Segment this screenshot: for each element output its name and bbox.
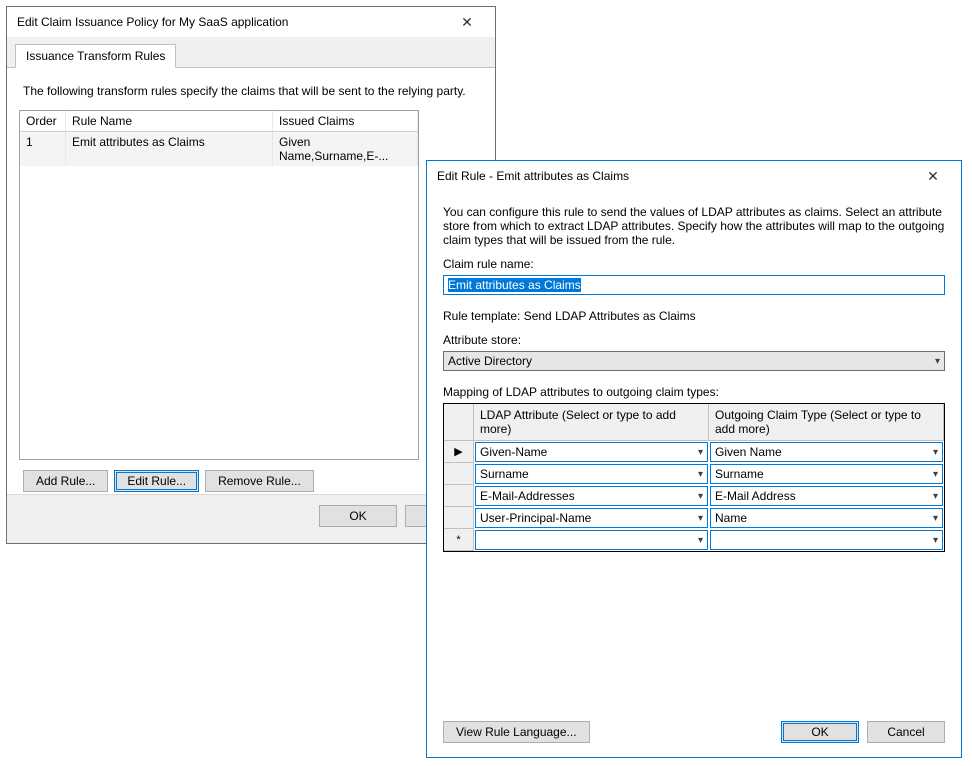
row-issued: Given Name,Surname,E-... bbox=[273, 132, 418, 166]
rule-action-buttons: Add Rule... Edit Rule... Remove Rule... bbox=[19, 460, 483, 492]
claim-value: Surname bbox=[715, 467, 764, 481]
row-name: Emit attributes as Claims bbox=[66, 132, 273, 166]
row-indicator bbox=[444, 463, 474, 485]
ok-button[interactable]: OK bbox=[319, 505, 397, 527]
ldap-attribute-cell[interactable]: User-Principal-Name ▾ bbox=[475, 508, 708, 528]
table-row: E-Mail-Addresses ▾ E-Mail Address ▾ bbox=[444, 485, 944, 507]
remove-rule-button[interactable]: Remove Rule... bbox=[205, 470, 314, 492]
claim-type-cell[interactable]: ▾ bbox=[710, 530, 943, 550]
close-icon[interactable]: ✕ bbox=[913, 168, 953, 185]
ldap-value: User-Principal-Name bbox=[480, 511, 591, 525]
ldap-attribute-cell[interactable]: Surname ▾ bbox=[475, 464, 708, 484]
claim-type-cell[interactable]: Surname ▾ bbox=[710, 464, 943, 484]
col-issued-claims[interactable]: Issued Claims bbox=[273, 111, 418, 131]
corner-cell bbox=[444, 404, 474, 441]
chevron-down-icon: ▾ bbox=[698, 447, 703, 458]
ldap-attribute-cell[interactable]: ▾ bbox=[475, 530, 708, 550]
selected-text: Emit attributes as Claims bbox=[448, 278, 581, 292]
attribute-store-value: Active Directory bbox=[448, 354, 532, 368]
titlebar: Edit Claim Issuance Policy for My SaaS a… bbox=[7, 7, 495, 37]
dialog-buttons: OK Cancel bbox=[7, 494, 495, 539]
ldap-attribute-cell[interactable]: Given-Name ▾ bbox=[475, 442, 708, 462]
chevron-down-icon: ▾ bbox=[933, 447, 938, 458]
claim-value: Given Name bbox=[715, 445, 782, 459]
chevron-down-icon: ▾ bbox=[933, 535, 938, 546]
edit-rule-button[interactable]: Edit Rule... bbox=[114, 470, 199, 492]
chevron-down-icon: ▾ bbox=[698, 491, 703, 502]
attribute-store-label: Attribute store: bbox=[443, 333, 945, 347]
row-indicator bbox=[444, 485, 474, 507]
rules-table: Order Rule Name Issued Claims 1 Emit att… bbox=[19, 110, 419, 460]
table-row[interactable]: 1 Emit attributes as Claims Given Name,S… bbox=[20, 132, 418, 166]
edit-rule-body: You can configure this rule to send the … bbox=[427, 191, 961, 711]
cancel-button[interactable]: Cancel bbox=[867, 721, 945, 743]
tab-body: The following transform rules specify th… bbox=[7, 68, 495, 494]
titlebar: Edit Rule - Emit attributes as Claims ✕ bbox=[427, 161, 961, 191]
table-row: User-Principal-Name ▾ Name ▾ bbox=[444, 507, 944, 529]
dialog-title: Edit Rule - Emit attributes as Claims bbox=[437, 169, 629, 183]
issuance-policy-dialog: Edit Claim Issuance Policy for My SaaS a… bbox=[6, 6, 496, 544]
rules-description: The following transform rules specify th… bbox=[23, 84, 479, 98]
claim-type-cell[interactable]: E-Mail Address ▾ bbox=[710, 486, 943, 506]
chevron-down-icon: ▾ bbox=[933, 513, 938, 524]
edit-rule-dialog: Edit Rule - Emit attributes as Claims ✕ … bbox=[426, 160, 962, 758]
attribute-store-select[interactable]: Active Directory ▾ bbox=[443, 351, 945, 371]
row-indicator bbox=[444, 507, 474, 529]
chevron-down-icon: ▾ bbox=[698, 535, 703, 546]
col-outgoing-claim[interactable]: Outgoing Claim Type (Select or type to a… bbox=[709, 404, 944, 441]
chevron-down-icon: ▾ bbox=[698, 513, 703, 524]
claim-rule-name-label: Claim rule name: bbox=[443, 257, 945, 271]
rules-header: Order Rule Name Issued Claims bbox=[20, 111, 418, 132]
claim-value: E-Mail Address bbox=[715, 489, 796, 503]
claim-rule-name-input[interactable]: Emit attributes as Claims bbox=[443, 275, 945, 295]
edit-rule-bottom-bar: View Rule Language... OK Cancel bbox=[427, 711, 961, 757]
claim-type-cell[interactable]: Name ▾ bbox=[710, 508, 943, 528]
close-icon[interactable]: ✕ bbox=[447, 14, 487, 31]
ok-button[interactable]: OK bbox=[781, 721, 859, 743]
view-rule-language-button[interactable]: View Rule Language... bbox=[443, 721, 590, 743]
claim-value: Name bbox=[715, 511, 747, 525]
tab-issuance-transform-rules[interactable]: Issuance Transform Rules bbox=[15, 44, 176, 68]
chevron-down-icon: ▾ bbox=[935, 356, 940, 367]
ldap-value: Surname bbox=[480, 467, 529, 481]
row-indicator-icon: ▶ bbox=[444, 441, 474, 463]
col-order[interactable]: Order bbox=[20, 111, 66, 131]
col-rule-name[interactable]: Rule Name bbox=[66, 111, 273, 131]
col-ldap-attribute[interactable]: LDAP Attribute (Select or type to add mo… bbox=[474, 404, 709, 441]
rule-template-text: Rule template: Send LDAP Attributes as C… bbox=[443, 309, 945, 323]
tabstrip: Issuance Transform Rules bbox=[7, 37, 495, 68]
ldap-value: E-Mail-Addresses bbox=[480, 489, 575, 503]
chevron-down-icon: ▾ bbox=[933, 491, 938, 502]
intro-text: You can configure this rule to send the … bbox=[443, 205, 945, 247]
mapping-header: LDAP Attribute (Select or type to add mo… bbox=[444, 404, 944, 441]
table-row-new: * ▾ ▾ bbox=[444, 529, 944, 551]
ldap-attribute-cell[interactable]: E-Mail-Addresses ▾ bbox=[475, 486, 708, 506]
ldap-value: Given-Name bbox=[480, 445, 547, 459]
table-row: ▶ Given-Name ▾ Given Name ▾ bbox=[444, 441, 944, 463]
row-order: 1 bbox=[20, 132, 66, 166]
table-row: Surname ▾ Surname ▾ bbox=[444, 463, 944, 485]
claim-type-cell[interactable]: Given Name ▾ bbox=[710, 442, 943, 462]
new-row-icon: * bbox=[444, 529, 474, 551]
dialog-title: Edit Claim Issuance Policy for My SaaS a… bbox=[17, 15, 288, 29]
chevron-down-icon: ▾ bbox=[933, 469, 938, 480]
mapping-table: LDAP Attribute (Select or type to add mo… bbox=[443, 403, 945, 552]
chevron-down-icon: ▾ bbox=[698, 469, 703, 480]
add-rule-button[interactable]: Add Rule... bbox=[23, 470, 108, 492]
mapping-label: Mapping of LDAP attributes to outgoing c… bbox=[443, 385, 945, 399]
